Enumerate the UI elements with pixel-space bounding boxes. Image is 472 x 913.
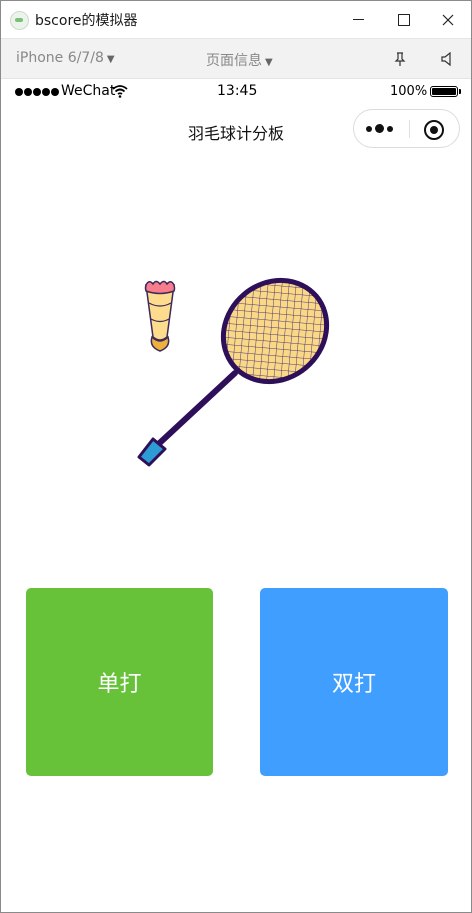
pin-icon[interactable] [392, 51, 408, 67]
device-selector[interactable]: iPhone 6/7/8 ▼ [16, 50, 115, 66]
close-icon [442, 14, 454, 25]
minimize-icon [352, 19, 364, 20]
minimize-button[interactable] [335, 1, 381, 38]
maximize-icon [398, 13, 410, 26]
carrier-name: WeChat [61, 83, 116, 99]
miniprogram-capsule [353, 109, 460, 148]
doubles-label: 双打 [331, 672, 376, 697]
window-titlebar: bscore的模拟器 [1, 1, 471, 39]
capsule-divider [409, 120, 410, 138]
chevron-down-icon: ▼ [106, 54, 115, 65]
maximize-button[interactable] [381, 1, 427, 38]
badminton-illustration [137, 277, 330, 467]
phone-status-bar: WeChat 13:45 100% [1, 79, 471, 105]
chevron-down-icon: ▼ [265, 57, 273, 68]
battery-percentage: 100% [390, 84, 428, 99]
battery-tip [459, 89, 461, 94]
exit-miniprogram-button[interactable] [424, 120, 444, 140]
app-logo-icon [10, 11, 29, 30]
page-info-dropdown[interactable]: 页面信息 ▼ [206, 50, 273, 70]
shuttlecock-icon [144, 280, 176, 352]
close-button[interactable] [425, 1, 471, 38]
singles-button[interactable]: 单打 [26, 588, 213, 776]
device-label: iPhone 6/7/8 [16, 50, 104, 66]
simulator-toolbar: iPhone 6/7/8 ▼ 页面信息 ▼ [1, 39, 471, 79]
page-info-label: 页面信息 [206, 53, 262, 69]
doubles-button[interactable]: 双打 [260, 588, 448, 776]
singles-label: 单打 [97, 672, 142, 697]
sound-icon[interactable] [439, 51, 455, 67]
wifi-icon [112, 85, 128, 98]
more-options-button[interactable] [366, 124, 393, 133]
status-time: 13:45 [217, 83, 258, 99]
simulator-window: bscore的模拟器 iPhone 6/7/8 ▼ 页面信息 ▼ WeChat 13… [0, 0, 472, 913]
window-title: bscore的模拟器 [35, 13, 138, 29]
battery-icon [430, 86, 458, 97]
signal-strength-icon [15, 88, 59, 96]
navigation-bar: 羽毛球计分板 [1, 105, 471, 153]
